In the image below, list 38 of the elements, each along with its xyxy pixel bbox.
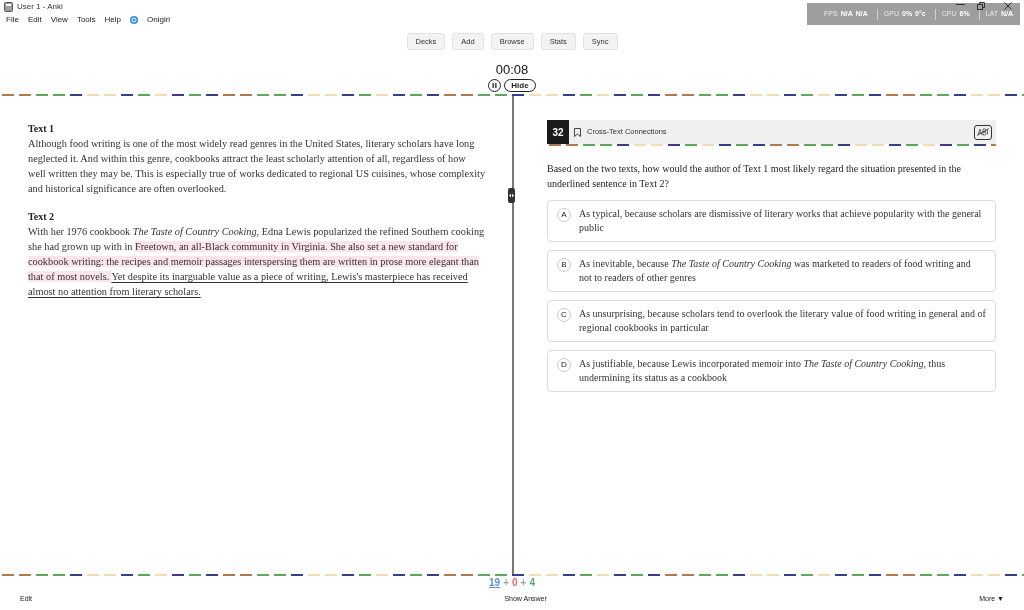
answer-choice[interactable]: C As unsurprising, because scholars tend to overlook the literary value of food writing in general and of regional cookbooks in particular [547,300,996,342]
menu-item[interactable]: Onigiri [147,14,171,26]
question-number: 32 [547,120,569,144]
answer-choice[interactable]: A As typical, because scholars are dismissive of literary works that achieve popularity with the general public [547,200,996,242]
menu-item[interactable]: Help [104,14,122,26]
eliminator-button[interactable] [974,124,992,140]
choice-text: As justifiable, because Lewis incorporated memoir into The Taste of Country Cooking, thus undermining its status as a cookbook [579,357,947,385]
bookmark-icon[interactable] [574,127,581,137]
count-text: + [503,576,509,588]
choice-text: As unsurprising, because scholars tend to overlook the literary value of food writing in general and of regional cookbooks in particular [579,307,986,335]
menu-item[interactable]: File [6,14,19,26]
app-icon [4,1,13,12]
pause-icon [492,83,498,88]
count-text: 19 [489,576,501,588]
choice-text: As inevitable, because The Taste of Country Cooking was marketed to readers of food writing and not to readers of other genres [579,257,972,285]
window-title: User 1 - Anki [17,0,63,13]
close-icon[interactable] [1004,2,1012,10]
passage-text: With her 1976 cookbook The Taste of Country Cooking, Edna Lewis popularized the refined Southern cooking she had grown up with in Freetown, an all-Black community in Virginia. She also set a new standard for cookbook writing: the recipes and memoir passages interspersing them are written in prose more elegant than that of most novels. Yet despite its inarguable value as a piece of writing, Lewis's masterpiece has received almost no attention from literary scholars. [28,225,486,299]
resize-handle[interactable] [508,188,515,203]
menu-item[interactable]: View [50,14,68,26]
strikethrough-abc-icon [977,128,989,136]
answer-choice[interactable]: B As inevitable, because The Taste of Country Cooking was marketed to readers of food writing and not to readers of other genres [547,250,996,292]
arrows-icon [509,193,514,198]
count-text: 0 [512,576,518,588]
circle-logo-icon [130,16,139,24]
menu-item[interactable]: Edit [27,14,42,26]
answer-choice[interactable]: D As justifiable, because Lewis incorporated memoir into The Taste of Country Cooking, thus undermining its status as a cookbook [547,350,996,392]
passage-heading: Text 2 [28,210,56,224]
menu-item[interactable]: Tools [76,14,96,26]
count-text: 4 [529,576,535,588]
minimize-icon[interactable] [956,4,965,6]
choice-text: As typical, because scholars are dismissive of literary works that achieve popularity with the general public [579,207,983,235]
restore-icon[interactable] [977,2,985,10]
passage-heading: Text 1 [28,122,56,136]
timer-text: 00:08 [495,62,529,77]
count-text: + [520,576,527,588]
passage-text: Although food writing is one of the most widely read genres in the United States, literary scholars have long neglected it. And within this genre, cookbooks attract the least scholarly attention of all, regardless of how well written they may be. This is especially true of works dedicated to regional US cuisines, whose complexity and historical significance are often overlooked. [28,137,486,196]
question-text: Based on the two texts, how would the author of Text 1 most likely regard the situation presented in the underlined sentence in Text 2? [547,162,963,191]
